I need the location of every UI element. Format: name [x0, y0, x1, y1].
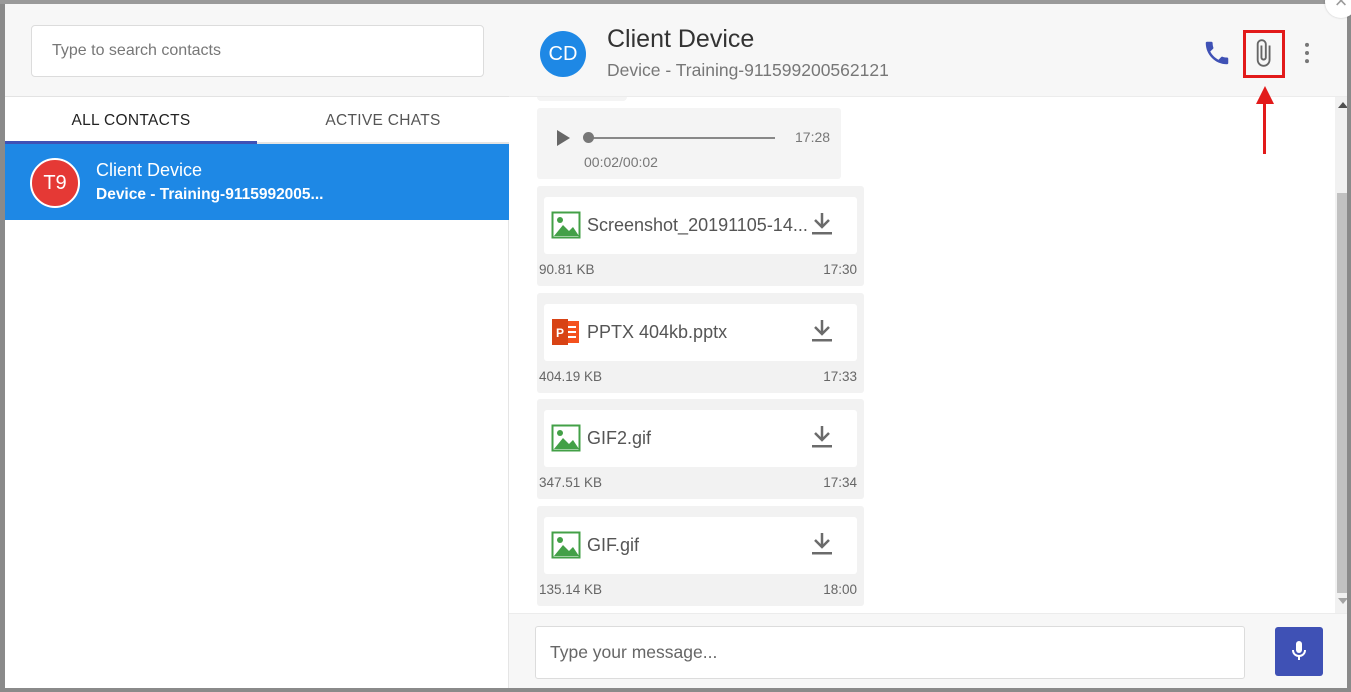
file-message: P PPTX 404kb.pptx 404.19 KB 17:33 [537, 293, 864, 393]
file-size: 90.81 KB [539, 262, 595, 277]
more-vert-icon[interactable] [1292, 38, 1322, 68]
file-size: 347.51 KB [539, 475, 603, 490]
download-icon[interactable] [810, 531, 834, 557]
message-composer [509, 613, 1347, 688]
avatar: CD [540, 31, 586, 77]
file-message: Screenshot_20191105-14... 90.81 KB 17:30 [537, 186, 864, 286]
message-time: 17:28 [795, 129, 831, 145]
file-message: GIF.gif 135.14 KB 18:00 [537, 506, 864, 606]
scroll-up-icon[interactable] [1338, 102, 1347, 108]
file-name: PPTX 404kb.pptx [587, 322, 728, 342]
image-icon [551, 424, 581, 452]
download-icon[interactable] [810, 211, 834, 237]
attach-highlight-box [1243, 30, 1285, 78]
contact-item-client-device[interactable]: T9 Client Device Device - Training-91159… [5, 144, 509, 220]
message-time: 17:30 [823, 262, 857, 277]
phone-icon[interactable] [1202, 38, 1232, 68]
file-card[interactable]: GIF2.gif [544, 410, 857, 467]
file-size: 135.14 KB [539, 582, 603, 597]
scroll-thumb[interactable] [1337, 193, 1347, 593]
chat-title: Client Device [607, 25, 755, 53]
powerpoint-icon: P [551, 318, 581, 346]
chat-header: CD Client Device Device - Training-91159… [509, 0, 1347, 97]
file-name: GIF.gif [587, 535, 640, 555]
file-size: 404.19 KB [539, 369, 603, 384]
file-card[interactable]: GIF.gif [544, 517, 857, 574]
file-message: GIF2.gif 347.51 KB 17:34 [537, 399, 864, 499]
message-time: 18:00 [823, 582, 857, 597]
contact-tabs: ALL CONTACTS ACTIVE CHATS [5, 97, 509, 144]
tab-all-contacts[interactable]: ALL CONTACTS [5, 97, 257, 144]
download-icon[interactable] [810, 424, 834, 450]
audio-message: 17:28 00:02/00:02 [537, 108, 841, 179]
chat-subtitle: Device - Training-911599200562121 [607, 60, 889, 80]
play-icon[interactable] [557, 130, 570, 146]
scroll-down-icon[interactable] [1338, 598, 1347, 604]
search-input[interactable] [31, 25, 484, 77]
download-icon[interactable] [810, 318, 834, 344]
audio-track[interactable] [587, 137, 775, 139]
message-time: 17:34 [823, 475, 857, 490]
contacts-pane: ALL CONTACTS ACTIVE CHATS T9 Client Devi… [5, 0, 509, 688]
chat-window: ALL CONTACTS ACTIVE CHATS T9 Client Devi… [0, 0, 1351, 692]
mic-button[interactable] [1275, 627, 1323, 676]
message-time: 17:33 [823, 369, 857, 384]
message-bubble-partial [537, 97, 627, 101]
contact-subtitle: Device - Training-9115992005... [96, 186, 324, 203]
message-input[interactable] [535, 626, 1245, 679]
mic-icon [1292, 641, 1306, 660]
contact-name: Client Device [96, 160, 203, 180]
image-icon [551, 211, 581, 239]
message-list[interactable]: 17:28 00:02/00:02 Screenshot_20191105-14… [509, 97, 1347, 613]
image-icon [551, 531, 581, 559]
window-top-edge [0, 0, 1351, 4]
tab-active-chats[interactable]: ACTIVE CHATS [257, 97, 509, 144]
file-name: Screenshot_20191105-14... [587, 215, 808, 235]
file-name: GIF2.gif [587, 428, 652, 448]
svg-text:P: P [556, 326, 564, 340]
file-card[interactable]: Screenshot_20191105-14... [544, 197, 857, 254]
chat-pane: CD Client Device Device - Training-91159… [509, 0, 1347, 688]
avatar: T9 [30, 158, 80, 208]
audio-knob[interactable] [583, 132, 594, 143]
scrollbar[interactable] [1335, 97, 1347, 613]
search-bar [5, 0, 509, 97]
audio-progress: 00:02/00:02 [584, 154, 658, 170]
file-card[interactable]: P PPTX 404kb.pptx [544, 304, 857, 361]
